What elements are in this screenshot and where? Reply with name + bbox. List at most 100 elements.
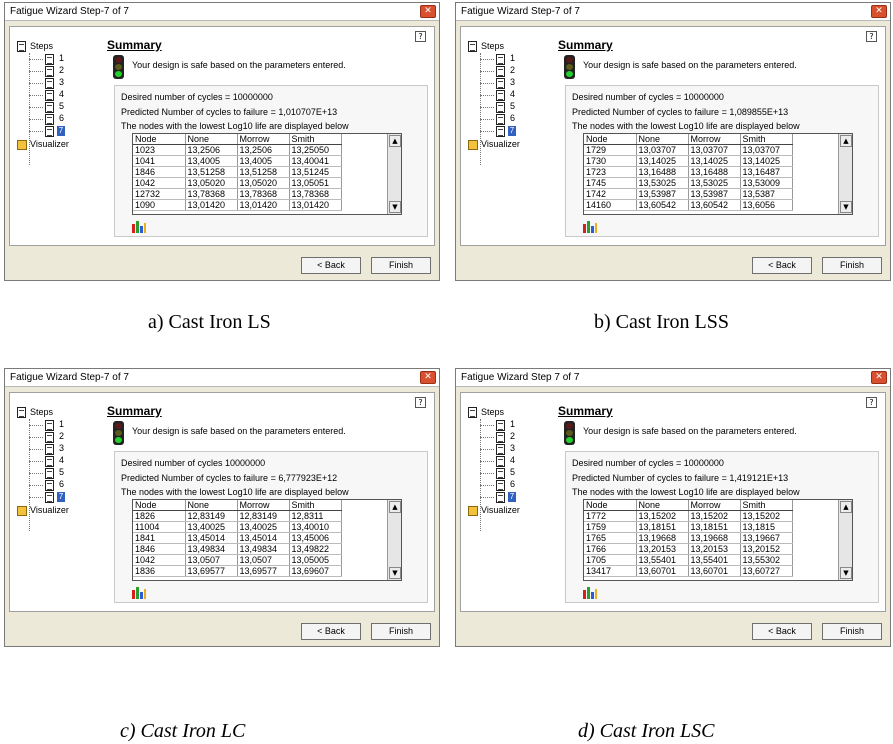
tree-item-step-4[interactable]: 4: [17, 89, 77, 101]
table-row[interactable]: 1742 13,53987 13,53987 13,5387: [584, 188, 793, 200]
tree-item-step-1[interactable]: 1: [17, 53, 77, 65]
table-row[interactable]: 1846 13,49834 13,49834 13,49822: [133, 543, 342, 555]
back-button[interactable]: < Back: [301, 257, 361, 274]
bar-chart-icon[interactable]: [583, 221, 597, 233]
column-header[interactable]: Morrow: [237, 134, 290, 145]
finish-button[interactable]: Finish: [822, 257, 882, 274]
table-row[interactable]: 1745 13,53025 13,53025 13,53009: [584, 177, 793, 189]
table-row[interactable]: 1041 13,4005 13,4005 13,40041: [133, 155, 342, 167]
column-header[interactable]: None: [185, 134, 238, 145]
table-row[interactable]: 1836 13,69577 13,69577 13,69607: [133, 565, 342, 577]
column-header[interactable]: Morrow: [237, 500, 290, 511]
tree-item-step-1[interactable]: 1: [468, 53, 528, 65]
close-icon[interactable]: ✕: [420, 371, 436, 384]
tree-item-step-1[interactable]: 1: [17, 419, 77, 431]
column-header[interactable]: Smith: [289, 134, 342, 145]
column-header[interactable]: Smith: [289, 500, 342, 511]
tree-item-step-3[interactable]: 3: [17, 77, 77, 89]
tree-item-step-4[interactable]: 4: [468, 455, 528, 467]
tree-item-step-6[interactable]: 6: [17, 479, 77, 491]
table-row[interactable]: 13417 13,60701 13,60701 13,60727: [584, 565, 793, 577]
table-row[interactable]: 1723 13,16488 13,16488 13,16487: [584, 166, 793, 178]
table-row[interactable]: 1042 13,0507 13,0507 13,05005: [133, 554, 342, 566]
table-row[interactable]: 1090 13,01420 13,01420 13,01420: [133, 199, 342, 211]
table-row[interactable]: 14160 13,60542 13,60542 13,6056: [584, 199, 793, 211]
scroll-up-arrow-icon[interactable]: ▲: [840, 135, 852, 147]
table-scrollbar[interactable]: ▲ ▼: [838, 134, 852, 214]
bar-chart-icon[interactable]: [132, 221, 146, 233]
results-table[interactable]: Node None Morrow Smith 1826 12,83149 12,83149 1…: [132, 499, 402, 581]
column-header[interactable]: Smith: [740, 134, 793, 145]
column-header[interactable]: Node: [584, 500, 637, 511]
table-row[interactable]: 1772 13,15202 13,15202 13,15202: [584, 510, 793, 522]
scroll-up-arrow-icon[interactable]: ▲: [389, 501, 401, 513]
help-icon[interactable]: ?: [415, 397, 426, 408]
tree-item-step-2[interactable]: 2: [468, 431, 528, 443]
table-scrollbar[interactable]: ▲ ▼: [387, 134, 401, 214]
tree-item-step-current[interactable]: 7: [468, 125, 528, 137]
results-table[interactable]: Node None Morrow Smith 1729 13,03707 13,03707 1…: [583, 133, 853, 215]
column-header[interactable]: Node: [133, 500, 186, 511]
table-row[interactable]: 1846 13,51258 13,51258 13,51245: [133, 166, 342, 178]
scroll-up-arrow-icon[interactable]: ▲: [389, 135, 401, 147]
tree-item-step-6[interactable]: 6: [468, 479, 528, 491]
finish-button[interactable]: Finish: [371, 623, 431, 640]
table-row[interactable]: 1759 13,18151 13,18151 13,1815: [584, 521, 793, 533]
column-header[interactable]: Smith: [740, 500, 793, 511]
title-bar[interactable]: Fatigue Wizard Step-7 of 7 ✕: [5, 369, 439, 387]
column-header[interactable]: None: [636, 500, 689, 511]
help-icon[interactable]: ?: [415, 31, 426, 42]
close-icon[interactable]: ✕: [871, 371, 887, 384]
table-row[interactable]: 1042 13,05020 13,05020 13,05051: [133, 177, 342, 189]
back-button[interactable]: < Back: [752, 623, 812, 640]
scroll-down-arrow-icon[interactable]: ▼: [389, 201, 401, 213]
back-button[interactable]: < Back: [301, 623, 361, 640]
tree-item-step-2[interactable]: 2: [17, 65, 77, 77]
title-bar[interactable]: Fatigue Wizard Step-7 of 7 ✕: [5, 3, 439, 21]
tree-item-step-4[interactable]: 4: [17, 455, 77, 467]
table-row[interactable]: 1705 13,55401 13,55401 13,55302: [584, 554, 793, 566]
bar-chart-icon[interactable]: [583, 587, 597, 599]
tree-item-step-current[interactable]: 7: [468, 491, 528, 503]
scroll-down-arrow-icon[interactable]: ▼: [840, 201, 852, 213]
help-icon[interactable]: ?: [866, 397, 877, 408]
column-header[interactable]: None: [636, 134, 689, 145]
results-table[interactable]: Node None Morrow Smith 1023 13,2506 13,2506 13,…: [132, 133, 402, 215]
table-row[interactable]: 1729 13,03707 13,03707 13,03707: [584, 144, 793, 156]
scroll-up-arrow-icon[interactable]: ▲: [840, 501, 852, 513]
back-button[interactable]: < Back: [752, 257, 812, 274]
title-bar[interactable]: Fatigue Wizard Step 7 of 7 ✕: [456, 369, 890, 387]
tree-item-step-current[interactable]: 7: [17, 125, 77, 137]
help-icon[interactable]: ?: [866, 31, 877, 42]
tree-item-step-5[interactable]: 5: [468, 101, 528, 113]
table-row[interactable]: 1841 13,45014 13,45014 13,45006: [133, 532, 342, 544]
table-scrollbar[interactable]: ▲ ▼: [838, 500, 852, 580]
title-bar[interactable]: Fatigue Wizard Step-7 of 7 ✕: [456, 3, 890, 21]
tree-item-step-3[interactable]: 3: [468, 443, 528, 455]
tree-item-step-2[interactable]: 2: [468, 65, 528, 77]
column-header[interactable]: Morrow: [688, 134, 741, 145]
scroll-down-arrow-icon[interactable]: ▼: [840, 567, 852, 579]
tree-item-step-6[interactable]: 6: [17, 113, 77, 125]
tree-item-step-4[interactable]: 4: [468, 89, 528, 101]
tree-item-step-5[interactable]: 5: [468, 467, 528, 479]
tree-item-step-3[interactable]: 3: [17, 443, 77, 455]
close-icon[interactable]: ✕: [420, 5, 436, 18]
scroll-down-arrow-icon[interactable]: ▼: [389, 567, 401, 579]
table-row[interactable]: 1023 13,2506 13,2506 13,25050: [133, 144, 342, 156]
tree-item-step-2[interactable]: 2: [17, 431, 77, 443]
column-header[interactable]: Node: [584, 134, 637, 145]
table-row[interactable]: 1765 13,19668 13,19668 13,19667: [584, 532, 793, 544]
tree-item-step-6[interactable]: 6: [468, 113, 528, 125]
bar-chart-icon[interactable]: [132, 587, 146, 599]
tree-item-step-1[interactable]: 1: [468, 419, 528, 431]
tree-item-step-3[interactable]: 3: [468, 77, 528, 89]
tree-item-step-5[interactable]: 5: [17, 467, 77, 479]
results-table[interactable]: Node None Morrow Smith 1772 13,15202 13,15202 1…: [583, 499, 853, 581]
tree-item-step-5[interactable]: 5: [17, 101, 77, 113]
column-header[interactable]: None: [185, 500, 238, 511]
table-scrollbar[interactable]: ▲ ▼: [387, 500, 401, 580]
finish-button[interactable]: Finish: [822, 623, 882, 640]
table-row[interactable]: 1766 13,20153 13,20153 13,20152: [584, 543, 793, 555]
column-header[interactable]: Node: [133, 134, 186, 145]
